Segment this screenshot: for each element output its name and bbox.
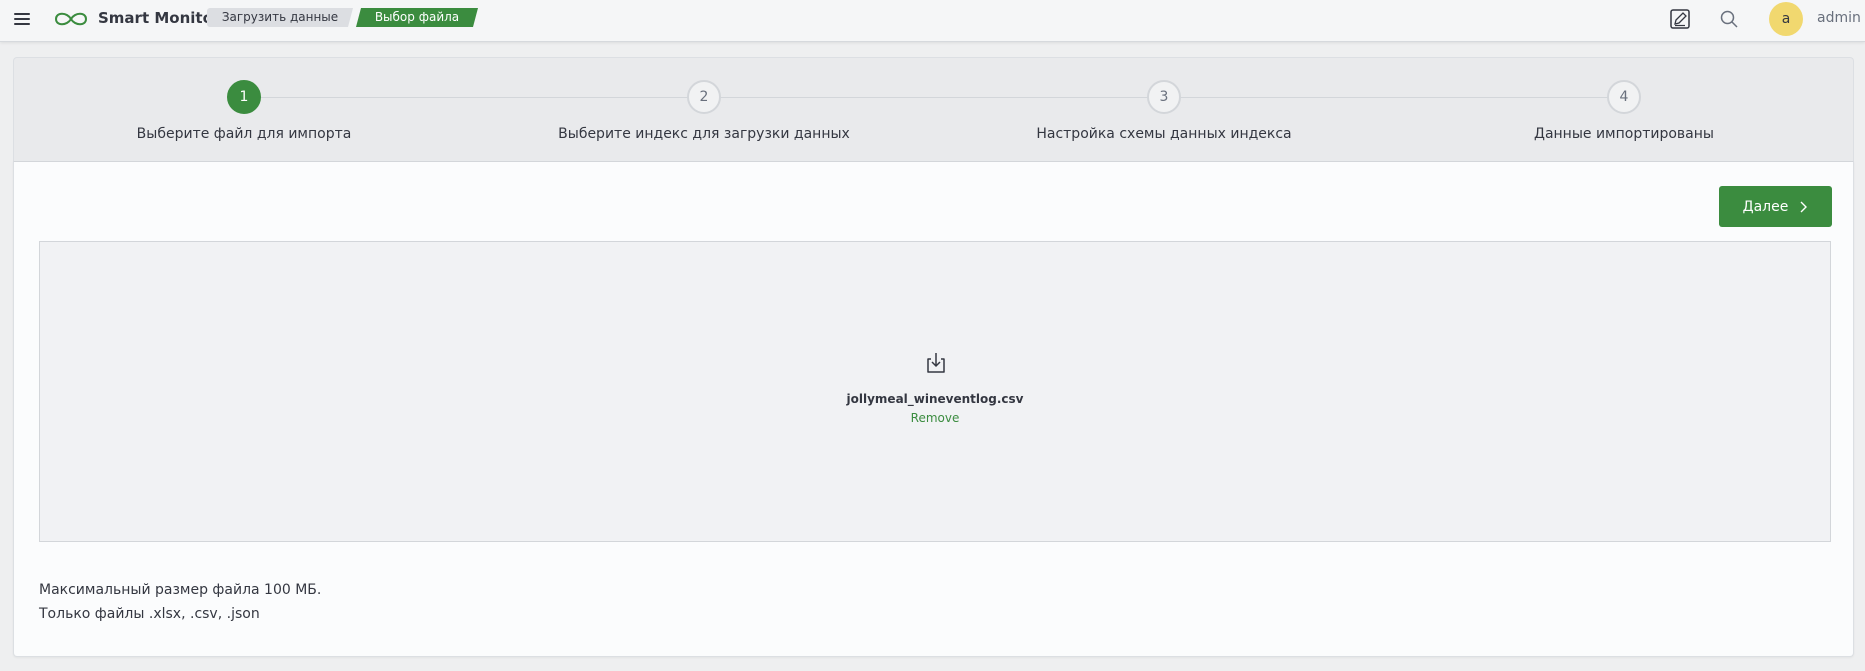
import-stepper: 1 Выберите файл для импорта 2 Выберите и… — [13, 57, 1854, 161]
next-button[interactable]: Далее — [1719, 186, 1832, 227]
file-select-panel: Далее jollymeal_wineventlog.csv Remove М… — [13, 161, 1854, 657]
menu-icon[interactable] — [12, 11, 32, 27]
avatar[interactable]: a — [1769, 2, 1803, 36]
max-size-hint: Максимальный размер файла 100 МБ. — [39, 582, 322, 598]
infinity-logo-icon[interactable] — [50, 9, 92, 29]
file-dropzone[interactable]: jollymeal_wineventlog.csv Remove — [39, 241, 1831, 542]
top-bar: Smart Monitor Загрузить данные Выбор фай… — [0, 0, 1865, 42]
step-2-number: 2 — [687, 80, 721, 114]
step-1-title: Выберите файл для импорта — [136, 126, 352, 142]
next-button-label: Далее — [1742, 198, 1789, 215]
app-name[interactable]: Smart Monitor — [98, 9, 220, 27]
step-4-title: Данные импортированы — [1534, 126, 1714, 142]
step-4: 4 Данные импортированы — [1424, 80, 1824, 142]
step-4-number: 4 — [1607, 80, 1641, 114]
username[interactable]: admin — [1817, 10, 1861, 26]
chevron-right-icon — [1800, 201, 1808, 212]
breadcrumb-upload-data[interactable]: Загрузить данные — [207, 8, 353, 27]
edit-note-icon[interactable] — [1669, 8, 1691, 30]
breadcrumb-file-select: Выбор файла — [356, 8, 478, 27]
search-icon[interactable] — [1718, 8, 1740, 30]
step-2-title: Выберите индекс для загрузки данных — [558, 126, 850, 142]
selected-file-name: jollymeal_wineventlog.csv — [846, 392, 1024, 406]
step-2: 2 Выберите индекс для загрузки данных — [504, 80, 904, 142]
step-3-number: 3 — [1147, 80, 1181, 114]
step-3-title: Настройка схемы данных индекса — [1036, 126, 1292, 142]
remove-file-link[interactable]: Remove — [40, 411, 1830, 425]
step-1-number: 1 — [227, 80, 261, 114]
allowed-types-hint: Только файлы .xlsx, .csv, .json — [39, 606, 260, 622]
step-1: 1 Выберите файл для импорта — [44, 80, 444, 142]
step-3: 3 Настройка схемы данных индекса — [964, 80, 1364, 142]
download-tray-icon — [927, 353, 945, 373]
